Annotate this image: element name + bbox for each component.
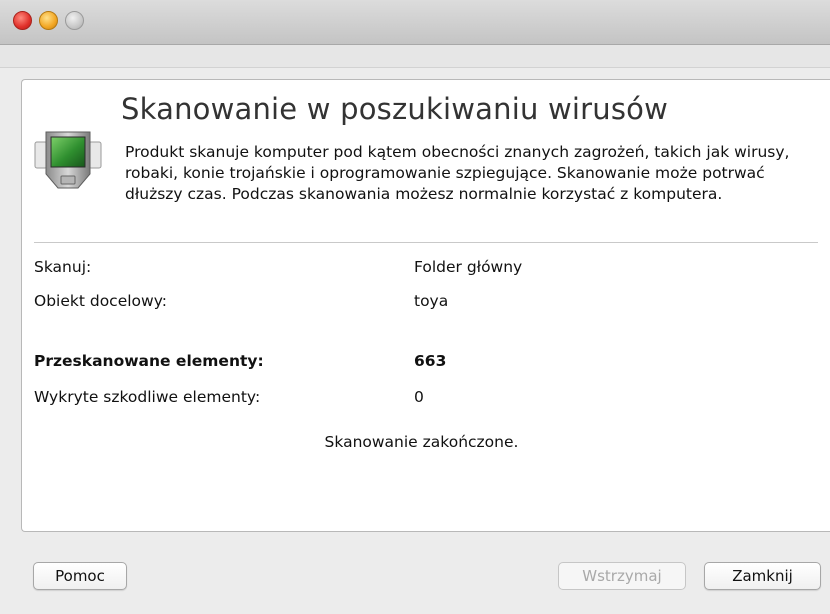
detected-items-value: 0 [414, 388, 424, 406]
page-title: Skanowanie w poszukiwaniu wirusów [121, 92, 668, 126]
help-button[interactable]: Pomoc [33, 562, 127, 590]
close-button[interactable]: Zamknij [704, 562, 821, 590]
window-close-icon[interactable] [13, 11, 32, 30]
window-zoom-icon [65, 11, 84, 30]
scan-label: Skanuj: [34, 258, 92, 276]
pause-button: Wstrzymaj [558, 562, 686, 590]
scanned-items-value: 663 [414, 352, 447, 370]
scanned-items-label: Przeskanowane elementy: [34, 352, 264, 370]
scanner-device-icon [34, 131, 102, 189]
target-label: Obiekt docelowy: [34, 292, 167, 310]
window-toolbar-strip [0, 45, 830, 68]
scan-status: Skanowanie zakończone. [324, 433, 519, 451]
window-titlebar [0, 0, 830, 45]
window-minimize-icon[interactable] [39, 11, 58, 30]
target-value: toya [414, 292, 449, 310]
divider [34, 242, 818, 243]
scan-panel: Skanowanie w poszukiwaniu wirusów Produk… [21, 79, 830, 532]
detected-items-label: Wykryte szkodliwe elementy: [34, 388, 261, 406]
scan-description: Produkt skanuje komputer pod kątem obecn… [125, 143, 790, 203]
scan-value: Folder główny [414, 258, 523, 276]
